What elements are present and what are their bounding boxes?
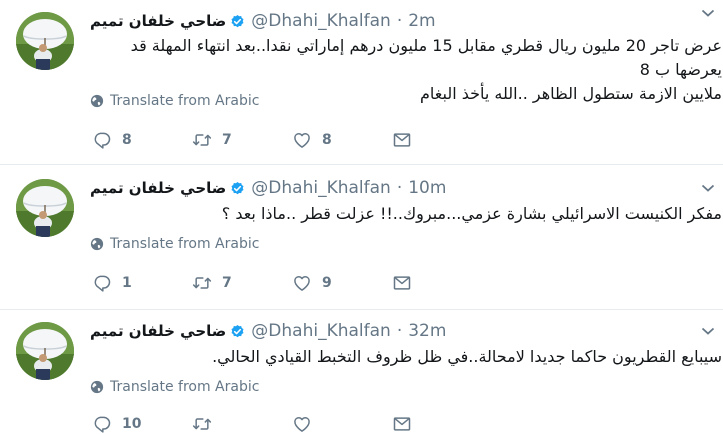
- display-name[interactable]: ضاحي خلفان تميم: [90, 12, 226, 30]
- tweet-text: سيبايع القطريون حاكما جديدا لامحالة..في …: [90, 345, 722, 369]
- verified-badge-icon: [230, 324, 245, 339]
- heart-icon: [292, 130, 312, 150]
- reply-button[interactable]: 1: [92, 273, 132, 293]
- reply-count: 10: [122, 416, 142, 432]
- tweet-text-line: مفكر الكنيست الاسرائيلي بشارة عزمي...مبر…: [221, 204, 722, 223]
- verified-badge-icon: [230, 181, 245, 196]
- direct-message-button[interactable]: [392, 414, 422, 434]
- translate-link[interactable]: Translate from Arabic: [90, 379, 259, 395]
- separator-dot: ·: [396, 11, 403, 31]
- separator-dot: ·: [396, 178, 403, 198]
- reply-icon: [92, 273, 112, 293]
- reply-count: 1: [122, 275, 132, 291]
- reply-icon: [92, 130, 112, 150]
- retweet-icon: [192, 414, 212, 434]
- translate-link[interactable]: Translate from Arabic: [90, 236, 259, 252]
- retweet-count: 7: [222, 275, 232, 291]
- envelope-icon: [392, 273, 412, 293]
- reply-button[interactable]: 8: [92, 130, 132, 150]
- globe-icon: [90, 380, 104, 394]
- heart-icon: [292, 273, 312, 293]
- reply-button[interactable]: 10: [92, 414, 141, 434]
- envelope-icon: [392, 414, 412, 434]
- like-button[interactable]: 9: [292, 273, 332, 293]
- retweet-button[interactable]: 7: [192, 273, 232, 293]
- translate-label: Translate from Arabic: [110, 93, 260, 109]
- like-button[interactable]: [292, 414, 322, 434]
- translate-label: Translate from Arabic: [110, 236, 260, 252]
- envelope-icon: [392, 130, 412, 150]
- direct-message-button[interactable]: [392, 130, 422, 150]
- tweet[interactable]: ضاحي خلفان تميم @Dhahi_Khalfan · 32m سيب…: [0, 310, 723, 422]
- retweet-button[interactable]: [192, 414, 222, 434]
- heart-icon: [292, 414, 312, 434]
- separator-dot: ·: [396, 321, 403, 341]
- like-count: 8: [322, 132, 332, 148]
- translate-label: Translate from Arabic: [110, 379, 260, 395]
- globe-icon: [90, 237, 104, 251]
- retweet-icon: [192, 273, 212, 293]
- user-handle[interactable]: @Dhahi_Khalfan: [251, 178, 391, 198]
- globe-icon: [90, 94, 104, 108]
- tweet-text-line: عرض تاجر 20 مليون ريال قطري مقابل 15 ملي…: [130, 36, 722, 79]
- timestamp[interactable]: 2m: [408, 11, 435, 31]
- display-name[interactable]: ضاحي خلفان تميم: [90, 322, 226, 340]
- reply-icon: [92, 414, 112, 434]
- tweet-text-line: سيبايع القطريون حاكما جديدا لامحالة..في …: [212, 347, 722, 366]
- chevron-down-icon[interactable]: [701, 8, 715, 18]
- retweet-icon: [192, 130, 212, 150]
- like-count: 9: [322, 275, 332, 291]
- avatar[interactable]: [16, 12, 74, 70]
- tweet[interactable]: ضاحي خلفان تميم @Dhahi_Khalfan · 10m مفك…: [0, 165, 723, 311]
- tweet-actions: 8 7 8: [92, 130, 422, 150]
- direct-message-button[interactable]: [392, 273, 422, 293]
- timestamp[interactable]: 32m: [408, 321, 446, 341]
- tweet[interactable]: ضاحي خلفان تميم @Dhahi_Khalfan · 2m عرض …: [0, 0, 723, 164]
- display-name[interactable]: ضاحي خلفان تميم: [90, 179, 226, 197]
- chevron-down-icon[interactable]: [701, 183, 715, 193]
- tweet-actions: 1 7 9: [92, 273, 422, 293]
- avatar[interactable]: [16, 322, 74, 380]
- like-button[interactable]: 8: [292, 130, 332, 150]
- user-handle[interactable]: @Dhahi_Khalfan: [251, 11, 391, 31]
- chevron-down-icon[interactable]: [701, 326, 715, 336]
- tweet-text: مفكر الكنيست الاسرائيلي بشارة عزمي...مبر…: [90, 202, 722, 226]
- timestamp[interactable]: 10m: [408, 178, 446, 198]
- avatar[interactable]: [16, 179, 74, 237]
- retweet-button[interactable]: 7: [192, 130, 232, 150]
- retweet-count: 7: [222, 132, 232, 148]
- user-handle[interactable]: @Dhahi_Khalfan: [251, 321, 391, 341]
- translate-link[interactable]: Translate from Arabic: [90, 93, 259, 109]
- reply-count: 8: [122, 132, 132, 148]
- verified-badge-icon: [230, 14, 245, 29]
- tweet-actions: 10: [92, 414, 422, 434]
